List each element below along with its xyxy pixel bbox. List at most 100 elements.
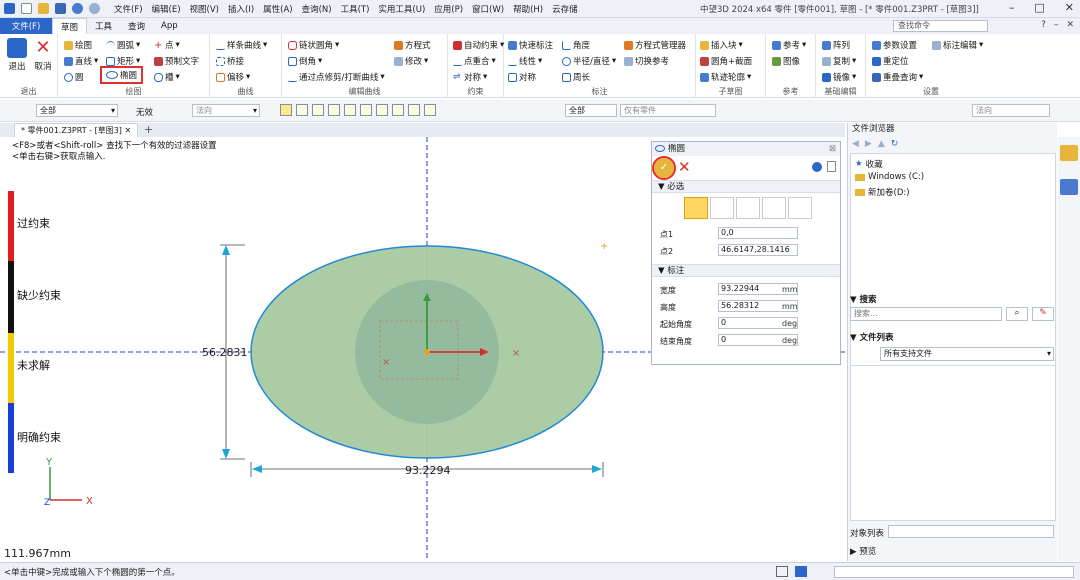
- param-settings-button[interactable]: 参数设置: [872, 39, 917, 51]
- offset-button[interactable]: 偏移 ▾: [216, 71, 250, 83]
- forward-icon[interactable]: ▶: [865, 139, 872, 149]
- snap-tool-7[interactable]: [376, 104, 388, 116]
- close-icon[interactable]: ✕: [1065, 1, 1074, 14]
- menu-help[interactable]: 帮助(H): [513, 3, 543, 15]
- linear-dim-button[interactable]: 线性 ▾: [508, 55, 542, 67]
- clear-search-icon[interactable]: ✎: [1032, 307, 1054, 321]
- tab-tools[interactable]: 工具: [87, 18, 120, 34]
- ribbon-close-icon[interactable]: ✕: [1066, 20, 1074, 30]
- menu-cloud[interactable]: 云存储: [552, 3, 578, 15]
- tab-app[interactable]: App: [153, 18, 186, 34]
- tab-sketch[interactable]: 草图: [52, 18, 88, 34]
- menu-apps[interactable]: 应用(P): [434, 3, 463, 15]
- help-doc-icon[interactable]: [827, 161, 836, 172]
- snap-tool-6[interactable]: [360, 104, 372, 116]
- confirm-button[interactable]: ✓: [652, 156, 676, 180]
- slot-button[interactable]: 槽 ▾: [154, 71, 180, 83]
- snap-tool-5[interactable]: [344, 104, 356, 116]
- tree-item-drive-d[interactable]: 新加卷(D:): [855, 186, 910, 198]
- equation-manager-button[interactable]: 方程式管理器: [624, 39, 686, 51]
- menu-file[interactable]: 文件(F): [114, 3, 143, 15]
- trace-outline-button[interactable]: 轨迹轮廓 ▾: [700, 71, 751, 83]
- point2-field[interactable]: 46.6147,28.1416: [718, 244, 798, 256]
- filter-select-all[interactable]: 全部 ▾: [36, 104, 118, 117]
- redo-icon[interactable]: [89, 3, 100, 14]
- snap-tool-8[interactable]: [392, 104, 404, 116]
- rectangle-button[interactable]: 矩形 ▾: [106, 55, 140, 67]
- refresh-icon[interactable]: ↻: [891, 139, 899, 149]
- mode-three-point-icon[interactable]: [736, 197, 760, 219]
- auto-constraint-button[interactable]: 自动约束 ▾: [453, 39, 504, 51]
- circle-button[interactable]: 圆: [64, 71, 84, 83]
- back-icon[interactable]: ◀: [852, 139, 859, 149]
- status-input-box[interactable]: [834, 566, 1074, 578]
- close-tab-icon[interactable]: ✕: [124, 126, 131, 135]
- snap-tool-3[interactable]: [312, 104, 324, 116]
- save-icon[interactable]: [55, 3, 66, 14]
- overlap-query-button[interactable]: 重叠查询 ▾: [872, 71, 923, 83]
- menu-window[interactable]: 窗口(W): [472, 3, 504, 15]
- document-tab[interactable]: * 零件001.Z3PRT - [草图3] ✕: [14, 123, 139, 137]
- dialog-close-icon[interactable]: ⊠: [829, 142, 836, 156]
- exit-button[interactable]: 退出: [4, 38, 30, 72]
- required-section-header[interactable]: ▼ 必选: [652, 180, 840, 193]
- draw-button[interactable]: 绘图: [64, 39, 92, 51]
- status-view-icon-1[interactable]: [776, 566, 788, 577]
- filter-select-all-2[interactable]: 全部: [565, 104, 617, 117]
- equation-curve-button[interactable]: 方程式: [394, 39, 431, 51]
- quick-dim-button[interactable]: 快速标注: [508, 39, 553, 51]
- relocate-button[interactable]: 重定位: [872, 55, 909, 67]
- angle-dim-button[interactable]: 角度: [562, 39, 590, 51]
- radius-dim-button[interactable]: 半径/直径 ▾: [562, 55, 616, 67]
- snap-tool-9[interactable]: [408, 104, 420, 116]
- cancel-button[interactable]: ✕ 取消: [30, 38, 56, 73]
- mode-corner-icon[interactable]: [710, 197, 734, 219]
- file-list-section-header[interactable]: ▼ 文件列表: [850, 331, 894, 343]
- point1-field[interactable]: 0,0: [718, 227, 798, 239]
- predefined-text-button[interactable]: 预制文字: [154, 55, 199, 67]
- minimize-icon[interactable]: –: [1009, 1, 1015, 14]
- preview-section-header[interactable]: ▶ 预览: [850, 545, 876, 557]
- undo-icon[interactable]: [72, 3, 83, 14]
- chain-fillet-button[interactable]: 链状圆角 ▾: [288, 39, 339, 51]
- object-list-select[interactable]: [888, 525, 1054, 538]
- tab-query[interactable]: 查询: [120, 18, 153, 34]
- bridge-button[interactable]: 桥接: [216, 55, 244, 67]
- file-tab[interactable]: 文件(F): [0, 18, 52, 34]
- array-button[interactable]: 阵列: [822, 39, 850, 51]
- toggle-reference-button[interactable]: 切换参考: [624, 55, 669, 67]
- ellipse-button[interactable]: 椭圆: [99, 66, 144, 84]
- snap-tool-10[interactable]: [424, 104, 436, 116]
- maximize-icon[interactable]: □: [1034, 1, 1044, 14]
- menu-edit[interactable]: 编辑(E): [152, 3, 181, 15]
- arc-button[interactable]: 圆弧 ▾: [106, 39, 140, 51]
- normal-select[interactable]: 法向 ▾: [192, 104, 260, 117]
- command-search-input[interactable]: 查找命令: [893, 20, 988, 32]
- parts-only-select[interactable]: 仅有零件: [620, 104, 716, 117]
- menu-utilities[interactable]: 实用工具(U): [378, 3, 425, 15]
- help-icon[interactable]: ?: [1041, 20, 1046, 30]
- snap-tool-4[interactable]: [328, 104, 340, 116]
- search-section-header[interactable]: ▼ 搜索: [850, 293, 877, 305]
- line-button[interactable]: 直线 ▾: [64, 55, 98, 67]
- mirror-button[interactable]: 镜像 ▾: [822, 71, 856, 83]
- tree-item-favorites[interactable]: ★ 收藏: [855, 158, 883, 170]
- search-input[interactable]: 搜索...: [850, 307, 1002, 321]
- insert-block-button[interactable]: 插入块 ▾: [700, 39, 743, 51]
- ribbon-minimize-icon[interactable]: –: [1054, 20, 1059, 30]
- folder-side-icon[interactable]: [1060, 145, 1078, 161]
- chamfer-button[interactable]: 倒角 ▾: [288, 55, 322, 67]
- new-tab-icon[interactable]: +: [144, 123, 153, 136]
- open-icon[interactable]: [38, 3, 49, 14]
- symmetry-constraint-button[interactable]: ⇌ 对称 ▾: [453, 71, 487, 83]
- file-list-area[interactable]: [850, 365, 1056, 521]
- symmetric-dim-button[interactable]: 对称: [508, 71, 536, 83]
- spline-button[interactable]: 样条曲线 ▾: [216, 39, 267, 51]
- height-dimension-label[interactable]: 56.2831: [202, 346, 248, 359]
- trim-button[interactable]: 通过点修剪/打断曲线 ▾: [288, 71, 385, 83]
- snap-tool-1[interactable]: [280, 104, 292, 116]
- menu-tools[interactable]: 工具(T): [341, 3, 370, 15]
- info-icon[interactable]: [812, 162, 822, 172]
- menu-view[interactable]: 视图(V): [190, 3, 219, 15]
- puzzle-side-icon[interactable]: [1060, 179, 1078, 195]
